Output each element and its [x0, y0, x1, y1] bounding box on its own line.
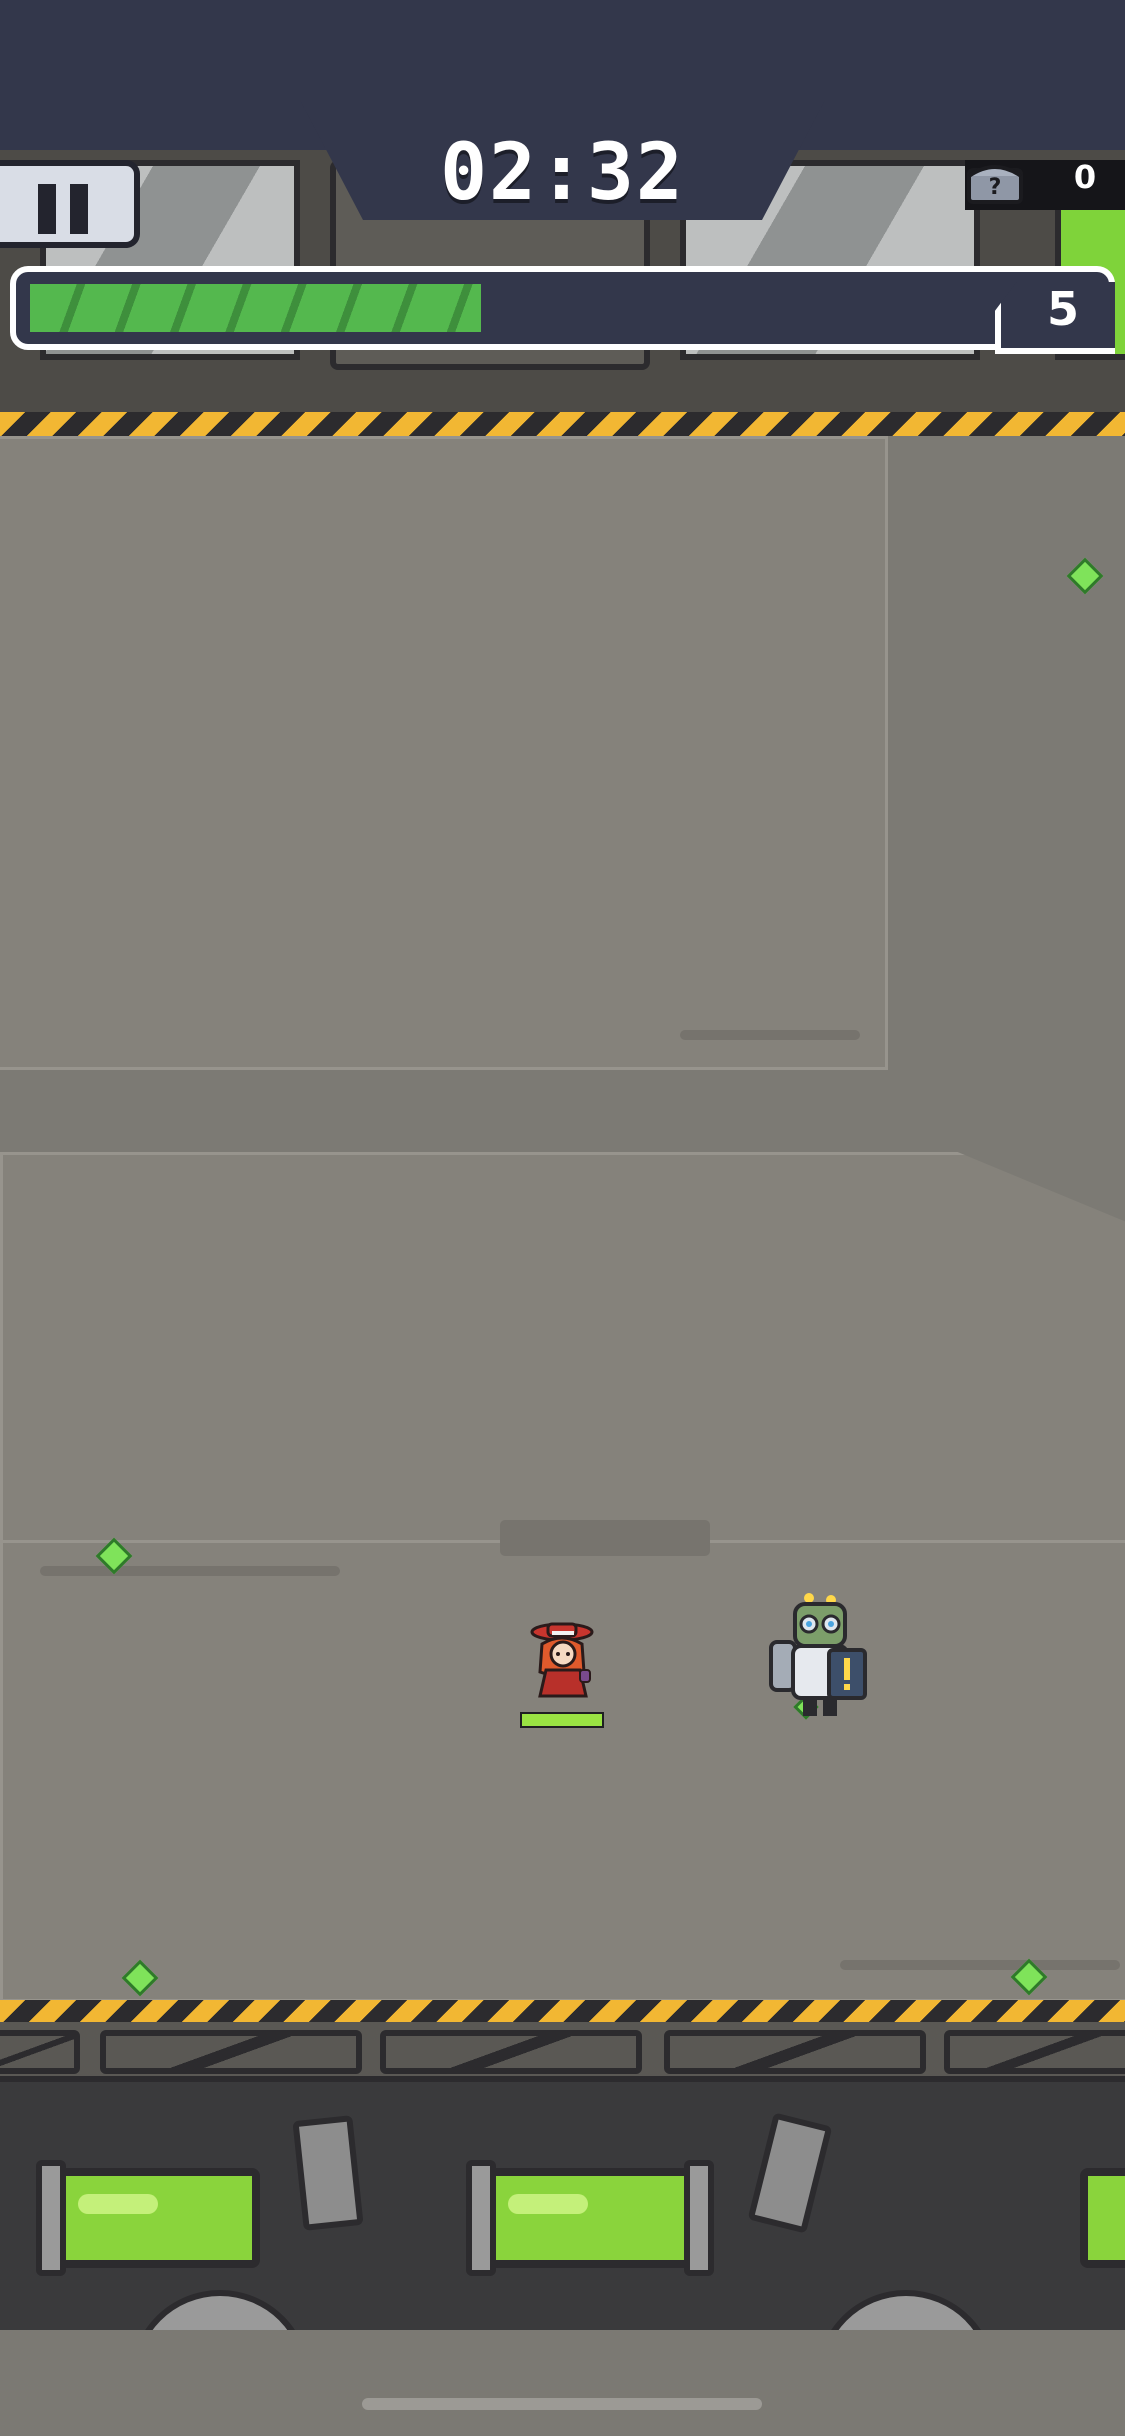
player-health-bar: [520, 1712, 604, 1728]
pipe-box: [292, 2115, 364, 2231]
chest-icon-mark: ?: [989, 175, 1002, 200]
level-number: 5: [1046, 282, 1079, 336]
xp-progress-track: [30, 284, 1010, 332]
hazard-stripe-bottom: [0, 2000, 1125, 2022]
xp-progress-fill: [30, 284, 481, 332]
chest-count: 0: [1073, 158, 1097, 196]
player-health-fill: [522, 1714, 602, 1726]
green-tank: [40, 2168, 260, 2268]
green-tank: [470, 2168, 710, 2268]
xp-progress-bar: 5: [10, 266, 1115, 354]
pause-button[interactable]: [0, 160, 140, 248]
truss-rail: [0, 2022, 1125, 2082]
game-scene[interactable]: [0, 0, 1125, 2436]
robot-enemy: [769, 1593, 867, 1716]
hazard-stripe-top: [0, 412, 1125, 436]
green-tank: [1080, 2168, 1125, 2268]
chest-icon: ?: [967, 165, 1023, 204]
lower-floor: [0, 2330, 1125, 2436]
game-timer: 02:32: [440, 128, 685, 218]
player-character: [530, 1622, 594, 1698]
home-indicator[interactable]: [362, 2398, 762, 2410]
